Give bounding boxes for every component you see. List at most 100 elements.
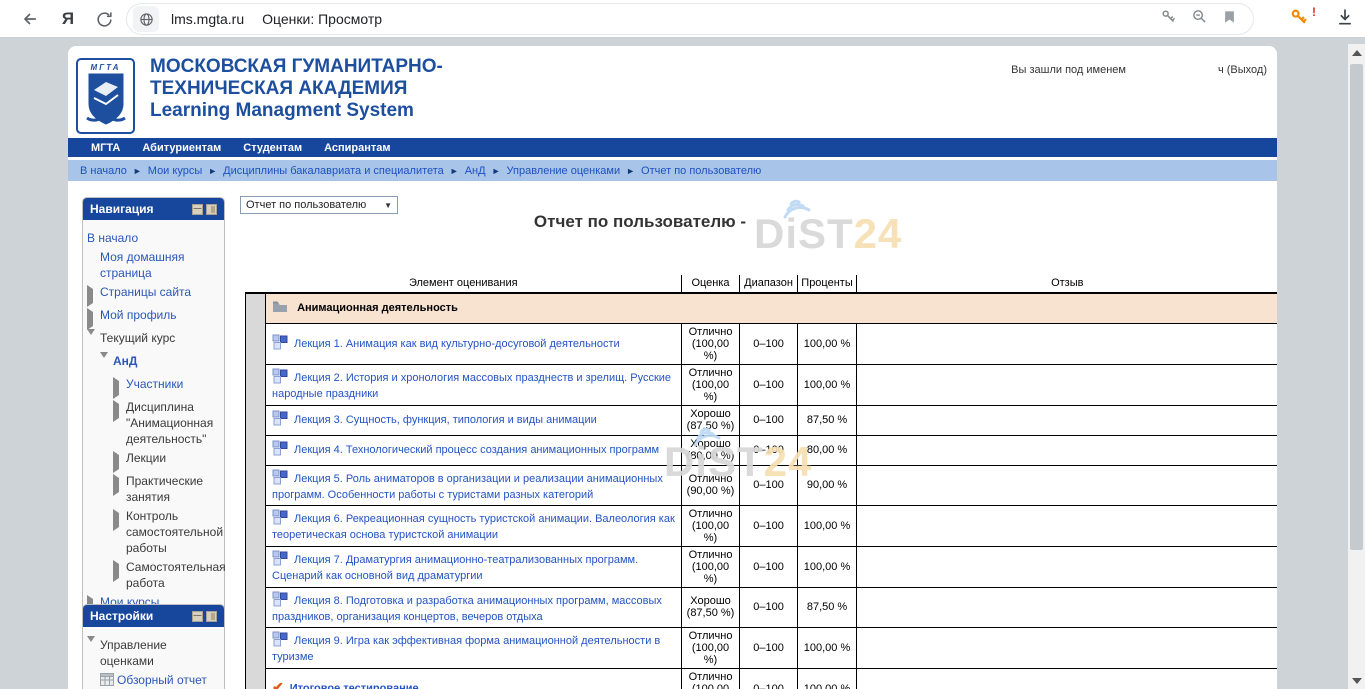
- login-info: Вы зашли под именем ч (Выход): [1011, 64, 1267, 76]
- range-cell: 0–100: [740, 364, 798, 405]
- indent-cell: [246, 505, 266, 546]
- bullet-square-icon[interactable]: [87, 249, 100, 281]
- col-header-item: Элемент оценивания: [246, 275, 682, 293]
- tree-collapsed-icon[interactable]: [113, 559, 126, 591]
- key-icon[interactable]: [1160, 8, 1177, 30]
- lesson-icon: [272, 469, 288, 489]
- navigation-label: Текущий курс: [100, 330, 175, 350]
- page-heading: Отчет по пользователю -: [240, 212, 1040, 232]
- navigation-label: Контроль самостоятельной работы: [126, 508, 223, 556]
- item-link[interactable]: Лекция 2. История и хронология массовых …: [272, 372, 671, 400]
- lesson-icon: [272, 631, 288, 651]
- collapse-block-icon[interactable]: —: [192, 611, 203, 622]
- lesson-icon: [272, 440, 288, 460]
- tree-collapsed-icon[interactable]: [113, 473, 126, 505]
- grade-item-row: Лекция 6. Рекреационная сущность туристс…: [246, 505, 1278, 546]
- search-zoom-icon[interactable]: [1191, 8, 1208, 30]
- page-title-text: Оценки: Просмотр: [262, 11, 382, 27]
- item-name-cell: Лекция 7. Драматургия анимационно-театра…: [266, 546, 682, 587]
- grade-item-row: Лекция 4. Технологический процесс создан…: [246, 435, 1278, 465]
- tree-collapsed-icon[interactable]: [113, 376, 126, 396]
- collapse-block-icon[interactable]: —: [192, 204, 203, 215]
- navigation-block-header: Навигация —: [83, 198, 224, 220]
- item-link[interactable]: Лекция 4. Технологический процесс создан…: [294, 444, 659, 456]
- breadcrumb: В начало►Мои курсы►Дисциплины бакалавриа…: [68, 160, 1277, 181]
- feedback-cell: [857, 668, 1277, 689]
- item-link[interactable]: Лекция 1. Анимация как вид культурно-дос…: [294, 337, 620, 349]
- tree-collapsed-icon[interactable]: [87, 307, 100, 327]
- breadcrumb-link[interactable]: Отчет по пользователю: [641, 165, 761, 177]
- tree-expanded-icon[interactable]: [100, 353, 113, 373]
- feedback-cell: [857, 627, 1277, 668]
- navbar-item-студентам[interactable]: Студентам: [232, 142, 313, 154]
- site-title-line2: ТЕХНИЧЕСКАЯ АКАДЕМИЯ: [150, 78, 443, 100]
- navigation-label[interactable]: Участники: [126, 376, 183, 396]
- report-icon: [100, 672, 117, 689]
- breadcrumb-link[interactable]: Управление оценками: [507, 165, 621, 177]
- percent-cell: 100,00 %: [798, 627, 857, 668]
- logout-link[interactable]: ч (Выход): [1218, 64, 1267, 76]
- navigation-label[interactable]: Страницы сайта: [100, 284, 191, 304]
- grade-item-row: Лекция 2. История и хронология массовых …: [246, 364, 1278, 405]
- settings-label[interactable]: Обзорный отчет: [117, 672, 207, 689]
- percent-cell: 87,50 %: [798, 587, 857, 627]
- breadcrumb-link[interactable]: Дисциплины бакалавриата и специалитета: [223, 165, 444, 177]
- navigation-label[interactable]: Мой профиль: [100, 307, 177, 327]
- dock-block-icon[interactable]: [206, 204, 217, 215]
- download-icon[interactable]: [1335, 7, 1355, 32]
- breadcrumb-link[interactable]: В начало: [80, 165, 127, 177]
- scroll-down-icon[interactable]: [1348, 672, 1365, 689]
- refresh-icon[interactable]: [92, 7, 116, 31]
- scrollbar-thumb[interactable]: [1350, 64, 1363, 550]
- range-cell: 0–100: [740, 435, 798, 465]
- grade-cell: Отлично(100,00 %): [682, 668, 740, 689]
- crest-icon: [84, 72, 128, 126]
- grade-cell: Отлично(100,00 %): [682, 364, 740, 405]
- item-link[interactable]: Лекция 8. Подготовка и разработка анимац…: [272, 594, 662, 622]
- tree-collapsed-icon[interactable]: [87, 284, 100, 304]
- folder-icon: [272, 300, 288, 316]
- item-link[interactable]: Итоговое тестирование: [290, 682, 419, 689]
- settings-block-title: Настройки: [90, 609, 153, 623]
- lesson-icon: [272, 410, 288, 430]
- item-link[interactable]: Лекция 9. Игра как эффективная форма ани…: [272, 635, 660, 663]
- tree-expanded-icon[interactable]: [87, 637, 100, 669]
- breadcrumb-separator-icon: ►: [208, 166, 217, 176]
- tree-collapsed-icon[interactable]: [113, 508, 126, 556]
- grade-item-row: ✔Итоговое тестированиеОтлично(100,00 %)0…: [246, 668, 1278, 689]
- item-link[interactable]: Лекция 3. Сущность, функция, типология и…: [294, 414, 597, 426]
- item-link[interactable]: Лекция 7. Драматургия анимационно-театра…: [272, 554, 638, 582]
- tree-collapsed-icon[interactable]: [113, 399, 126, 447]
- login-prefix: Вы зашли под именем: [1011, 64, 1126, 76]
- range-cell: 0–100: [740, 627, 798, 668]
- navigation-item: АнД: [87, 353, 220, 373]
- browser-chrome: Я lms.mgta.ru Оценки: Просмотр !: [0, 0, 1365, 38]
- breadcrumb-link[interactable]: АнД: [465, 165, 486, 177]
- navigation-label[interactable]: Моя домашняя страница: [100, 249, 220, 281]
- tree-expanded-icon[interactable]: [87, 330, 100, 350]
- item-link[interactable]: Лекция 5. Роль аниматоров в организации …: [272, 472, 663, 500]
- yandex-logo-icon[interactable]: Я: [56, 7, 80, 31]
- scroll-up-icon[interactable]: [1348, 44, 1365, 61]
- navbar-item-аспирантам[interactable]: Аспирантам: [313, 142, 401, 154]
- navigation-label[interactable]: В начало: [87, 230, 138, 246]
- address-bar[interactable]: lms.mgta.ru Оценки: Просмотр: [126, 3, 1254, 35]
- site-title-line3: Learning Managment System: [150, 100, 443, 122]
- navigation-item: Страницы сайта: [87, 284, 220, 304]
- breadcrumb-link[interactable]: Мои курсы: [148, 165, 202, 177]
- vertical-scrollbar[interactable]: [1348, 44, 1365, 689]
- navigation-item: Самостоятельная работа: [87, 559, 220, 591]
- tree-collapsed-icon[interactable]: [113, 450, 126, 470]
- bookmark-icon[interactable]: [1222, 9, 1237, 30]
- navigation-label[interactable]: АнД: [113, 353, 137, 373]
- navbar-item-абитуриентам[interactable]: Абитуриентам: [131, 142, 232, 154]
- password-alert-icon[interactable]: !: [1289, 7, 1309, 32]
- navigation-label: Самостоятельная работа: [126, 559, 226, 591]
- site-content: МГТА МОСКОВСКАЯ ГУМАНИТАРНО- ТЕХНИЧЕСКАЯ…: [68, 46, 1277, 689]
- item-link[interactable]: Лекция 6. Рекреационная сущность туристс…: [272, 513, 675, 541]
- dock-block-icon[interactable]: [206, 611, 217, 622]
- top-navbar: МГТААбитуриентамСтудентамАспирантам: [68, 138, 1277, 157]
- navbar-item-мгта[interactable]: МГТА: [80, 142, 131, 154]
- back-icon[interactable]: [18, 7, 42, 31]
- url-text[interactable]: lms.mgta.ru: [171, 11, 244, 27]
